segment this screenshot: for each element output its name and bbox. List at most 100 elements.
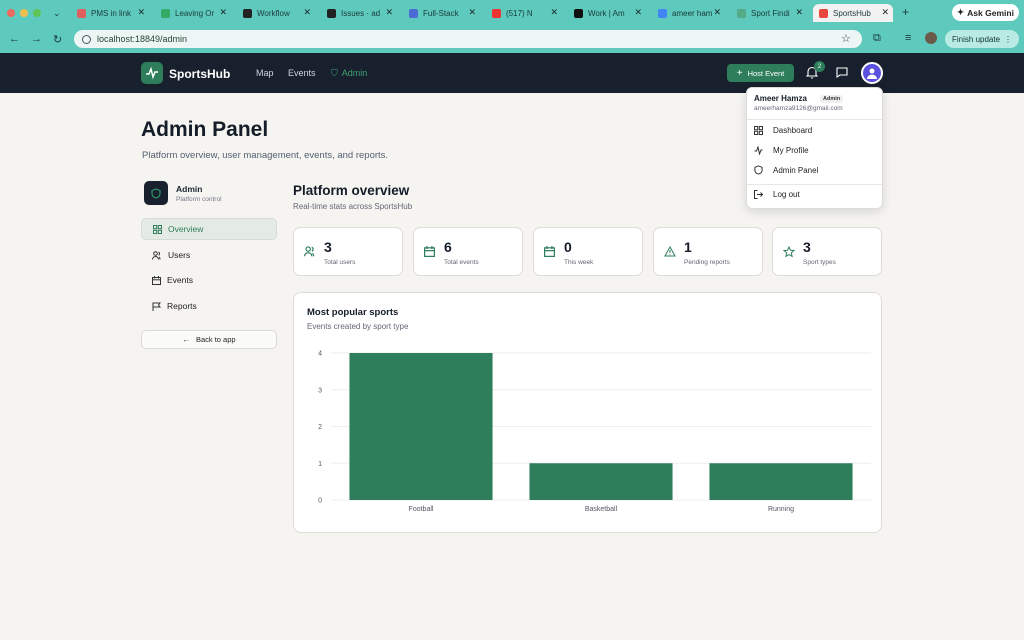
sidebar-item-reports[interactable]: Reports: [141, 295, 277, 317]
browser-tab[interactable]: ameer ham ✕: [652, 4, 725, 22]
menu-item-label: My Profile: [773, 146, 809, 155]
bar-running: [709, 463, 853, 500]
brand-name[interactable]: SportsHub: [169, 67, 230, 81]
minimize-window-button[interactable]: [20, 9, 28, 17]
tab-close-icon[interactable]: ✕: [303, 7, 311, 18]
browser-tab[interactable]: (517) N ✕: [486, 4, 562, 22]
stat-card-total-users: 3 Total users: [293, 227, 403, 276]
tab-search-chevron-icon[interactable]: ⌄: [53, 4, 61, 22]
logout-icon: [754, 190, 763, 199]
shield-icon: ⛉: [331, 68, 338, 78]
sidebar-item-users[interactable]: Users: [141, 244, 277, 266]
back-arrow-icon[interactable]: ←: [9, 33, 20, 45]
tab-favicon-icon: [409, 8, 418, 18]
extensions-icon[interactable]: ⧉: [873, 32, 881, 45]
stat-value: 1: [684, 239, 692, 255]
host-event-button[interactable]: + Host Event: [727, 64, 794, 82]
nav-map[interactable]: Map: [256, 68, 274, 78]
dropdown-user-email: ameerhamza9126@gmail.com: [754, 105, 843, 112]
tab-close-icon[interactable]: ✕: [137, 7, 145, 18]
star-icon: [783, 246, 795, 258]
address-bar[interactable]: localhost:18849/admin: [74, 30, 862, 48]
sports-bar-chart: 0 1 2 3 4 Football Basketball Running: [318, 351, 871, 513]
tab-close-icon[interactable]: ✕: [795, 7, 803, 18]
divider: [747, 184, 882, 185]
calendar-icon: [544, 246, 555, 257]
tab-close-icon[interactable]: ✕: [550, 7, 558, 18]
ask-gemini-label: Ask Gemini: [967, 7, 1014, 18]
stat-value: 3: [324, 239, 332, 255]
flag-icon: [152, 302, 161, 311]
page-subtitle: Platform overview, user management, even…: [142, 150, 389, 161]
reload-icon[interactable]: ↻: [53, 33, 62, 46]
stat-card-this-week: 0 This week: [533, 227, 643, 276]
tab-close-icon[interactable]: ✕: [219, 7, 227, 18]
tab-close-icon[interactable]: ✕: [385, 7, 393, 18]
x-tick-label: Football: [409, 506, 434, 513]
tab-label: Full-Stack: [423, 8, 459, 18]
notification-badge: 2: [814, 61, 825, 72]
sidebar-item-label: Reports: [167, 301, 197, 311]
finish-update-button[interactable]: Finish update ⋮: [945, 30, 1019, 48]
grid-icon: [153, 224, 162, 234]
sidebar-item-label: Events: [167, 275, 193, 285]
message-icon[interactable]: [836, 67, 848, 78]
plus-icon: +: [736, 67, 743, 79]
more-menu-icon[interactable]: ⋮: [1004, 35, 1012, 44]
new-tab-button[interactable]: +: [902, 3, 909, 21]
reading-list-icon[interactable]: ≡: [905, 32, 911, 44]
browser-tab[interactable]: Sport Findi ✕: [731, 4, 807, 22]
browser-tab[interactable]: PMS in link ✕: [71, 4, 149, 22]
site-info-icon[interactable]: [82, 34, 91, 44]
sidebar-item-label: Overview: [168, 224, 204, 234]
tab-close-icon[interactable]: ✕: [468, 7, 476, 18]
browser-tab[interactable]: Full-Stack ✕: [403, 4, 480, 22]
browser-tab[interactable]: SportsHub ✕: [813, 4, 893, 22]
sidebar-item-overview[interactable]: Overview: [141, 218, 277, 240]
menu-item-dashboard[interactable]: Dashboard: [754, 126, 812, 135]
tab-label: ameer ham: [672, 8, 713, 18]
sidebar-item-events[interactable]: Events: [141, 269, 277, 291]
y-tick-label: 3: [318, 387, 322, 394]
logo-icon[interactable]: [141, 62, 163, 84]
browser-tab[interactable]: Issues · ad ✕: [321, 4, 397, 22]
tab-label: (517) N: [506, 8, 533, 18]
finish-update-label: Finish update: [952, 34, 1001, 44]
stat-value: 0: [564, 239, 572, 255]
users-icon: [304, 246, 315, 257]
close-window-button[interactable]: [7, 9, 15, 17]
menu-item-log-out[interactable]: Log out: [754, 190, 800, 199]
tab-favicon-icon: [737, 8, 746, 18]
menu-item-label: Log out: [773, 190, 800, 199]
tab-label: Sport Findi: [751, 8, 790, 18]
tab-close-icon[interactable]: ✕: [634, 7, 642, 18]
tab-favicon-icon: [819, 8, 828, 18]
ask-gemini-button[interactable]: ✦ Ask Gemini: [952, 4, 1019, 21]
stat-card-sport-types: 3 Sport types: [772, 227, 882, 276]
arrow-left-icon: ←: [182, 335, 190, 344]
tab-label: Workflow: [257, 8, 290, 18]
shield-icon: [754, 165, 763, 175]
tab-close-icon[interactable]: ✕: [881, 7, 889, 18]
nav-admin[interactable]: ⛉ Admin: [331, 68, 367, 79]
back-to-app-button[interactable]: ← Back to app: [141, 330, 277, 349]
profile-avatar-icon[interactable]: [925, 32, 937, 44]
admin-shield-icon: [144, 181, 168, 205]
users-icon: [152, 250, 161, 260]
menu-item-my-profile[interactable]: My Profile: [754, 146, 809, 155]
y-tick-label: 0: [318, 498, 322, 505]
tab-close-icon[interactable]: ✕: [713, 7, 721, 18]
browser-tab[interactable]: Workflow ✕: [237, 4, 315, 22]
nav-events[interactable]: Events: [288, 68, 316, 78]
section-title: Platform overview: [293, 183, 410, 198]
user-avatar-button[interactable]: [861, 62, 883, 84]
y-tick-label: 4: [318, 351, 322, 358]
browser-tab[interactable]: Leaving Or ✕: [155, 4, 231, 22]
maximize-window-button[interactable]: [33, 9, 41, 17]
bookmark-star-icon[interactable]: ☆: [841, 32, 851, 45]
browser-tab[interactable]: Work | Am ✕: [568, 4, 646, 22]
menu-item-admin-panel[interactable]: Admin Panel: [754, 165, 818, 175]
calendar-icon: [152, 275, 161, 285]
stat-label: Total users: [324, 259, 356, 266]
forward-arrow-icon[interactable]: →: [31, 33, 42, 45]
